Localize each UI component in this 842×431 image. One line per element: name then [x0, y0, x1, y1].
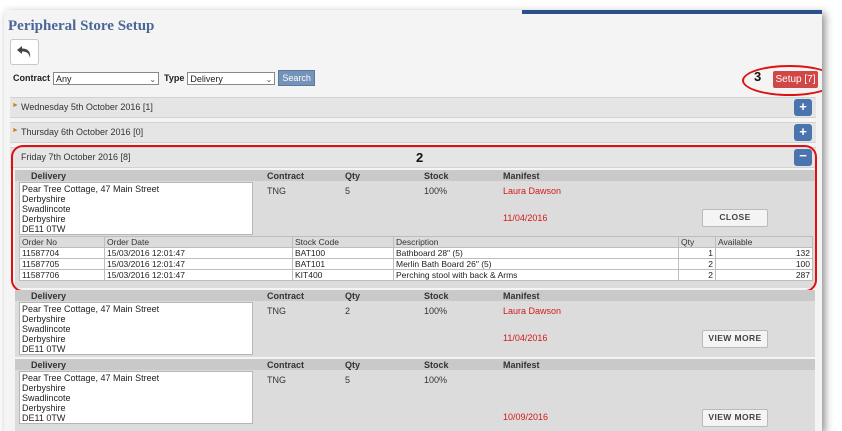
caret-right-icon: ► [12, 127, 19, 134]
filter-bar: Contract Any ⌄ Type Delivery ⌄ Search [13, 70, 315, 86]
delivery-panel: Delivery Contract Qty Stock Manifest Pea… [15, 359, 815, 431]
address-line: Swadlincote [22, 393, 71, 403]
day-label: Wednesday 5th October 2016 [1] [21, 102, 153, 112]
annotation-number-setup: 3 [754, 69, 762, 84]
address-line: DE11 0TW [22, 344, 66, 354]
address-line: Derbyshire [22, 403, 66, 413]
expand-button[interactable]: + [794, 99, 812, 116]
back-button[interactable] [10, 39, 39, 65]
day-row-wednesday[interactable]: ► Wednesday 5th October 2016 [1] + [10, 97, 816, 118]
manifest-date: 10/09/2016 [503, 412, 549, 422]
header-qty: Qty [345, 360, 361, 370]
manifest-name: Laura Dawson [503, 306, 562, 316]
page-title: Peripheral Store Setup [8, 18, 155, 34]
contract-value: TNG [267, 306, 286, 316]
header-stock: Stock [424, 360, 449, 370]
undo-arrow-icon [16, 46, 30, 58]
header-stock: Stock [424, 291, 449, 301]
address-line: Derbyshire [22, 383, 66, 393]
header-manifest: Manifest [503, 360, 540, 370]
delivery-panel: Delivery Contract Qty Stock Manifest Pea… [15, 290, 815, 357]
app-window: Peripheral Store Setup Contract Any ⌄ Ty… [4, 10, 822, 431]
view-more-button[interactable]: VIEW MORE [702, 330, 768, 348]
header-strip [522, 10, 822, 14]
header-delivery: Delivery [31, 291, 67, 301]
day-row-thursday[interactable]: ► Thursday 6th October 2016 [0] + [10, 122, 816, 143]
view-more-button[interactable]: VIEW MORE [702, 409, 768, 427]
type-value: Delivery [190, 73, 223, 84]
address-line: Derbyshire [22, 314, 66, 324]
chevron-down-icon: ⌄ [265, 74, 273, 84]
contract-select[interactable]: Any ⌄ [53, 71, 160, 85]
stock-value: 100% [424, 375, 448, 385]
day-label: Thursday 6th October 2016 [0] [21, 127, 144, 137]
manifest-date: 11/04/2016 [503, 333, 548, 343]
type-select[interactable]: Delivery ⌄ [187, 71, 276, 85]
header-contract: Contract [267, 291, 305, 301]
address-line: DE11 0TW [22, 413, 66, 423]
chevron-down-icon: ⌄ [149, 74, 157, 84]
stock-value: 100% [424, 306, 448, 316]
contract-label: Contract [13, 73, 51, 83]
contract-value: Any [56, 73, 72, 84]
type-label: Type [164, 73, 185, 83]
header-manifest: Manifest [503, 291, 540, 301]
address-line: Derbyshire [22, 334, 66, 344]
header-delivery: Delivery [31, 360, 67, 370]
delivery-address: Pear Tree Cottage, 47 Main Street Derbys… [19, 371, 253, 424]
address-line: Pear Tree Cottage, 47 Main Street [22, 304, 160, 314]
address-line: Swadlincote [22, 324, 71, 334]
qty-value: 2 [345, 306, 351, 316]
address-line: Pear Tree Cottage, 47 Main Street [22, 373, 160, 383]
contract-value: TNG [267, 375, 286, 385]
delivery-header-row: Delivery Contract Qty Stock Manifest [15, 359, 815, 370]
delivery-address: Pear Tree Cottage, 47 Main Street Derbys… [19, 302, 253, 355]
header-contract: Contract [267, 360, 305, 370]
caret-right-icon: ► [12, 102, 19, 109]
expand-button[interactable]: + [794, 124, 812, 141]
header-qty: Qty [345, 291, 361, 301]
annotation-box-expanded [11, 145, 817, 292]
delivery-header-row: Delivery Contract Qty Stock Manifest [15, 290, 815, 301]
qty-value: 5 [345, 375, 351, 385]
search-button[interactable]: Search [278, 70, 315, 86]
